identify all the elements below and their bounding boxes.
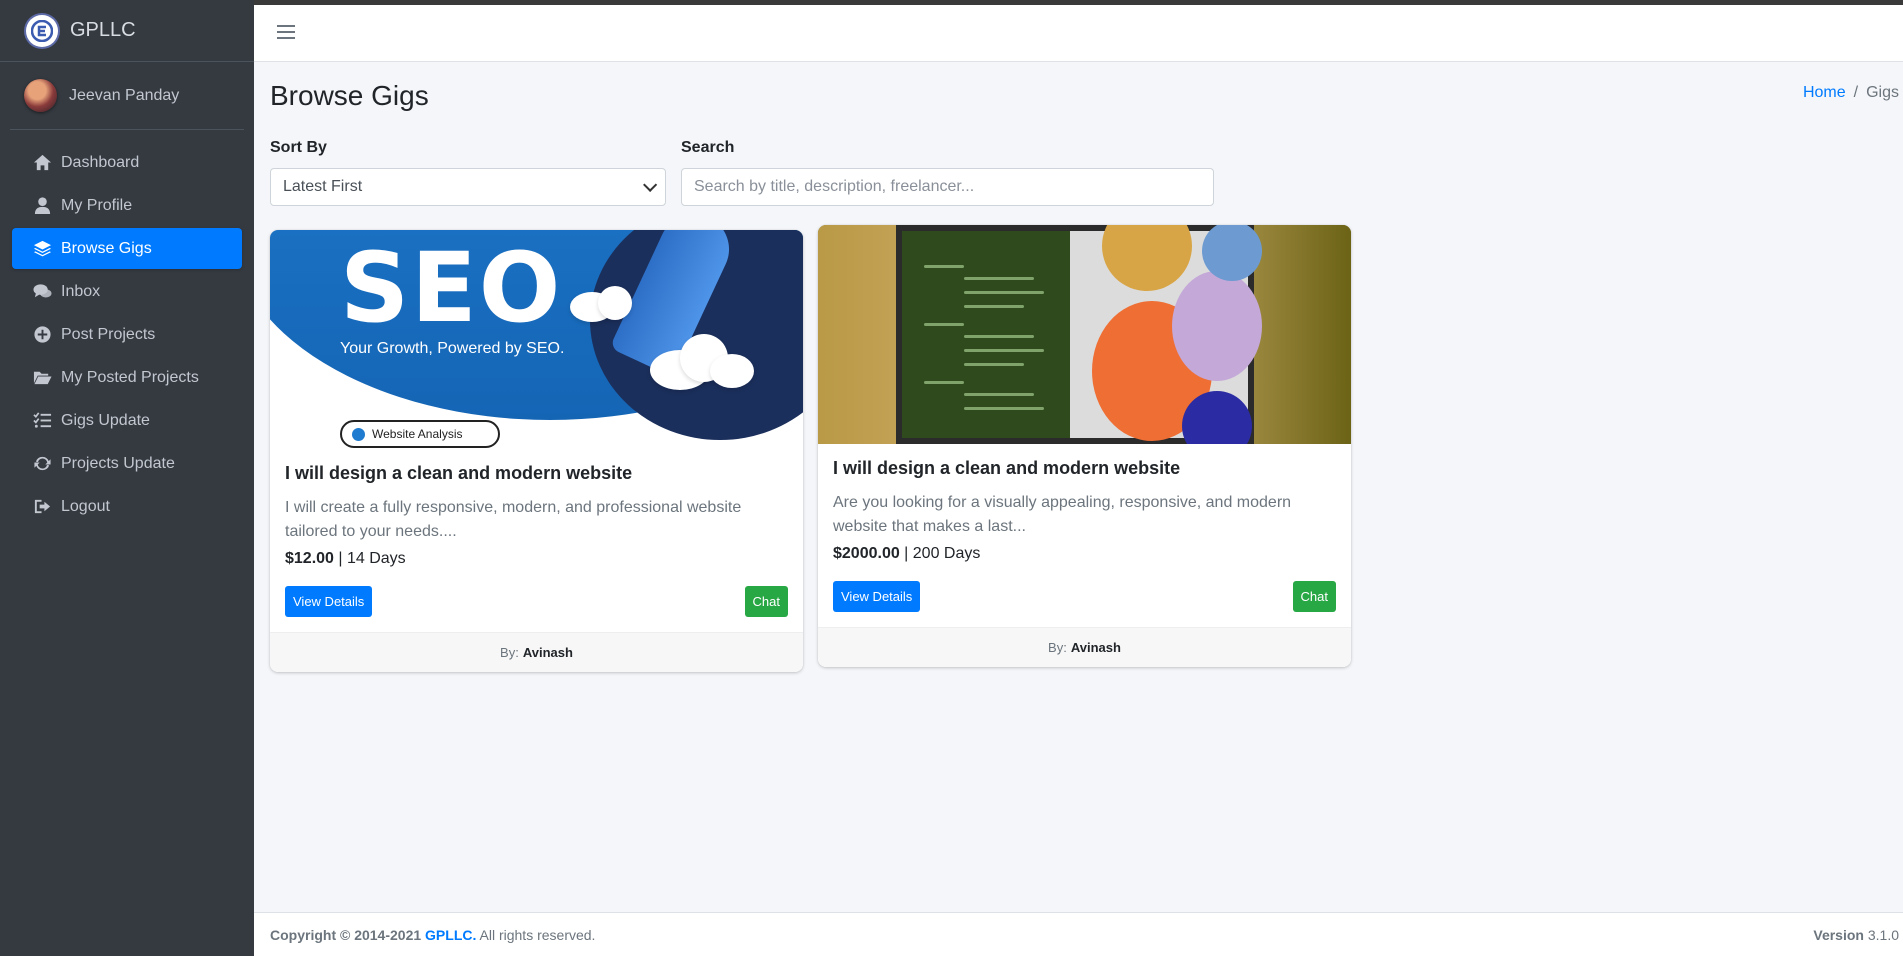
sidebar-item-gigs-update[interactable]: Gigs Update bbox=[12, 400, 242, 441]
footer: Copyright © 2014-2021 GPLLC. All rights … bbox=[254, 912, 1903, 956]
home-icon bbox=[32, 153, 52, 173]
gig-price: $2000.00 bbox=[833, 545, 900, 562]
sidebar-item-my-posted-projects[interactable]: My Posted Projects bbox=[12, 357, 242, 398]
sidebar-item-logout[interactable]: Logout bbox=[12, 486, 242, 527]
gig-image-seo[interactable]: SEO Your Growth, Powered by SEO. Website… bbox=[270, 230, 803, 449]
topbar bbox=[254, 0, 1903, 62]
gig-card: I will design a clean and modern website… bbox=[818, 225, 1351, 667]
seo-tagline: Your Growth, Powered by SEO. bbox=[340, 340, 565, 357]
gig-by-label: By: bbox=[1048, 640, 1067, 655]
user-name: Jeevan Panday bbox=[69, 86, 180, 104]
sync-icon bbox=[32, 454, 52, 474]
sidebar-item-my-profile[interactable]: My Profile bbox=[12, 185, 242, 226]
sidebar-item-label: Dashboard bbox=[61, 153, 140, 171]
gig-description: I will create a fully responsive, modern… bbox=[285, 499, 742, 540]
gig-price: $12.00 bbox=[285, 550, 334, 567]
brand-name: GPLLC bbox=[70, 19, 136, 41]
logout-icon bbox=[32, 497, 52, 517]
chat-button[interactable]: Chat bbox=[1292, 581, 1336, 612]
sort-select[interactable]: Latest First bbox=[270, 168, 666, 206]
sort-label: Sort By bbox=[270, 139, 327, 156]
sidebar-item-label: Post Projects bbox=[61, 325, 156, 343]
gig-description: Are you looking for a visually appealing… bbox=[833, 494, 1292, 535]
sidebar-item-label: Projects Update bbox=[61, 454, 175, 472]
brand[interactable]: GPLLC bbox=[0, 0, 254, 62]
chat-button[interactable]: Chat bbox=[744, 586, 788, 617]
footer-brand-link[interactable]: GPLLC. bbox=[425, 927, 476, 943]
version: Version 3.1.0 bbox=[1813, 927, 1899, 943]
gig-author-name: Avinash bbox=[1070, 640, 1121, 655]
version-number: 3.1.0 bbox=[1867, 926, 1899, 943]
sidebar-item-inbox[interactable]: Inbox bbox=[12, 271, 242, 312]
gig-card: SEO Your Growth, Powered by SEO. Website… bbox=[270, 230, 803, 672]
sidebar-item-projects-update[interactable]: Projects Update bbox=[12, 443, 242, 484]
view-details-button[interactable]: View Details bbox=[285, 586, 373, 617]
sidebar-item-label: Inbox bbox=[61, 282, 101, 300]
breadcrumb-separator: / bbox=[1853, 84, 1859, 101]
main-content: Browse Gigs Home / Gigs Sort By Latest F… bbox=[254, 62, 1903, 912]
sidebar-item-browse-gigs[interactable]: Browse Gigs bbox=[12, 228, 242, 269]
tasks-icon bbox=[32, 411, 52, 431]
folder-open-icon bbox=[32, 368, 52, 388]
breadcrumb: Home / Gigs bbox=[1803, 84, 1899, 102]
seo-badge: Website Analysis bbox=[340, 420, 500, 448]
check-circle-icon bbox=[352, 427, 365, 441]
search-label: Search bbox=[681, 139, 735, 156]
gig-title[interactable]: I will design a clean and modern website bbox=[285, 463, 788, 484]
brand-logo-icon bbox=[26, 14, 58, 47]
user-panel[interactable]: Jeevan Panday bbox=[10, 62, 244, 130]
gig-meta: $2000.00 | 200 Days bbox=[833, 545, 981, 562]
sort-select-value: Latest First bbox=[283, 178, 363, 195]
breadcrumb-current: Gigs bbox=[1866, 84, 1899, 101]
chevron-down-icon bbox=[643, 177, 658, 192]
user-icon bbox=[32, 196, 52, 216]
gig-meta: $12.00 | 14 Days bbox=[285, 550, 406, 567]
gig-by-label: By: bbox=[500, 645, 519, 660]
gig-author-name: Avinash bbox=[522, 645, 573, 660]
sidebar-nav: Dashboard My Profile Browse Gigs Inbox P… bbox=[0, 130, 254, 527]
sidebar-item-dashboard[interactable]: Dashboard bbox=[12, 142, 242, 183]
sidebar-item-label: Logout bbox=[61, 497, 110, 515]
seo-badge-label: Website Analysis bbox=[372, 427, 463, 441]
gig-image-code[interactable] bbox=[818, 225, 1351, 444]
sidebar-item-label: Gigs Update bbox=[61, 411, 150, 429]
gig-author: By: Avinash bbox=[818, 627, 1351, 667]
avatar bbox=[24, 79, 57, 112]
layers-icon bbox=[32, 239, 52, 259]
copyright: Copyright © 2014-2021 GPLLC. All rights … bbox=[270, 927, 595, 943]
sidebar-item-label: Browse Gigs bbox=[61, 239, 152, 257]
gig-title[interactable]: I will design a clean and modern website bbox=[833, 458, 1336, 479]
seo-headline: SEO bbox=[340, 232, 563, 344]
breadcrumb-home-link[interactable]: Home bbox=[1803, 84, 1846, 102]
page-title: Browse Gigs bbox=[270, 80, 429, 111]
menu-toggle-icon[interactable] bbox=[277, 25, 295, 41]
sidebar-item-label: My Profile bbox=[61, 196, 133, 214]
gig-author: By: Avinash bbox=[270, 632, 803, 672]
sidebar: GPLLC Jeevan Panday Dashboard My Profile… bbox=[0, 0, 254, 956]
search-input[interactable] bbox=[681, 168, 1214, 206]
comments-icon bbox=[32, 282, 52, 302]
plus-circle-icon bbox=[32, 325, 52, 345]
gig-duration: 14 Days bbox=[346, 550, 406, 567]
sidebar-item-label: My Posted Projects bbox=[61, 368, 199, 386]
rights-text: All rights reserved. bbox=[479, 926, 596, 943]
version-label: Version bbox=[1813, 926, 1864, 943]
sidebar-item-post-projects[interactable]: Post Projects bbox=[12, 314, 242, 355]
copyright-text: Copyright © 2014-2021 bbox=[270, 926, 422, 943]
gig-duration: 200 Days bbox=[912, 545, 981, 562]
view-details-button[interactable]: View Details bbox=[833, 581, 921, 612]
